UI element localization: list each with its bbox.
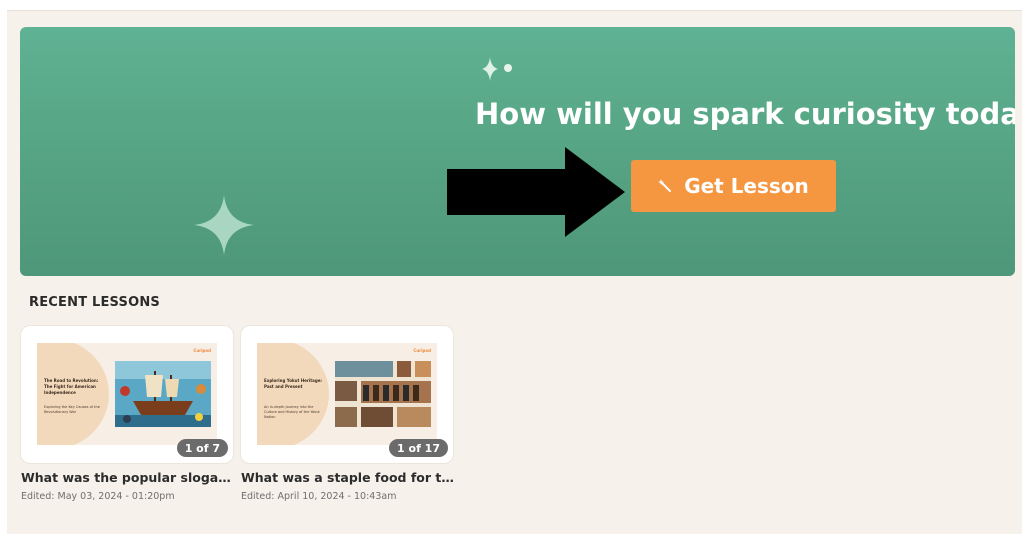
lesson-edited-date: Edited: April 10, 2024 - 10:43am bbox=[241, 491, 397, 502]
slide-count-badge: 1 of 7 bbox=[176, 439, 228, 457]
slide-title: Exploring Yokut Heritage: Past and Prese… bbox=[264, 378, 323, 389]
slide-preview: Curipod Exploring Yokut Heritage: Past a… bbox=[257, 343, 437, 445]
slide-decoration bbox=[257, 343, 329, 445]
app-main: How will you spark curiosity today? Get … bbox=[7, 10, 1022, 534]
slide-brand: Curipod bbox=[193, 348, 211, 353]
magic-wand-icon bbox=[658, 179, 672, 193]
slide-title: The Road to Revolution: The Fight for Am… bbox=[44, 378, 99, 395]
hero-headline: How will you spark curiosity today? bbox=[475, 97, 1015, 131]
lesson-card[interactable]: Curipod The Road to Revolution: The Figh… bbox=[21, 326, 235, 502]
small-sparkle-icon bbox=[482, 57, 498, 81]
collage-illustration bbox=[335, 361, 431, 427]
ship-illustration bbox=[115, 361, 211, 427]
recent-lessons-heading: RECENT LESSONS bbox=[29, 295, 160, 310]
get-lesson-button[interactable]: Get Lesson bbox=[631, 160, 836, 212]
lesson-thumbnail[interactable]: Curipod The Road to Revolution: The Figh… bbox=[21, 326, 233, 463]
pointer-arrow-icon bbox=[447, 147, 625, 237]
lesson-card[interactable]: Curipod Exploring Yokut Heritage: Past a… bbox=[241, 326, 455, 502]
lesson-thumbnail[interactable]: Curipod Exploring Yokut Heritage: Past a… bbox=[241, 326, 453, 463]
lesson-edited-date: Edited: May 03, 2024 - 01:20pm bbox=[21, 491, 175, 502]
sparkle-dot bbox=[504, 64, 512, 72]
slide-count-badge: 1 of 17 bbox=[389, 439, 448, 457]
large-sparkle-icon bbox=[194, 195, 254, 255]
get-lesson-label: Get Lesson bbox=[684, 174, 809, 198]
slide-brand: Curipod bbox=[413, 348, 431, 353]
slide-preview: Curipod The Road to Revolution: The Figh… bbox=[37, 343, 217, 445]
slide-subtitle: An In-depth Journey into the Culture and… bbox=[264, 405, 320, 419]
slide-subtitle: Exploring the Key Causes of the Revoluti… bbox=[44, 405, 100, 414]
lesson-title[interactable]: What was a staple food for the... bbox=[241, 470, 455, 485]
lesson-title[interactable]: What was the popular slogan th... bbox=[21, 470, 235, 485]
